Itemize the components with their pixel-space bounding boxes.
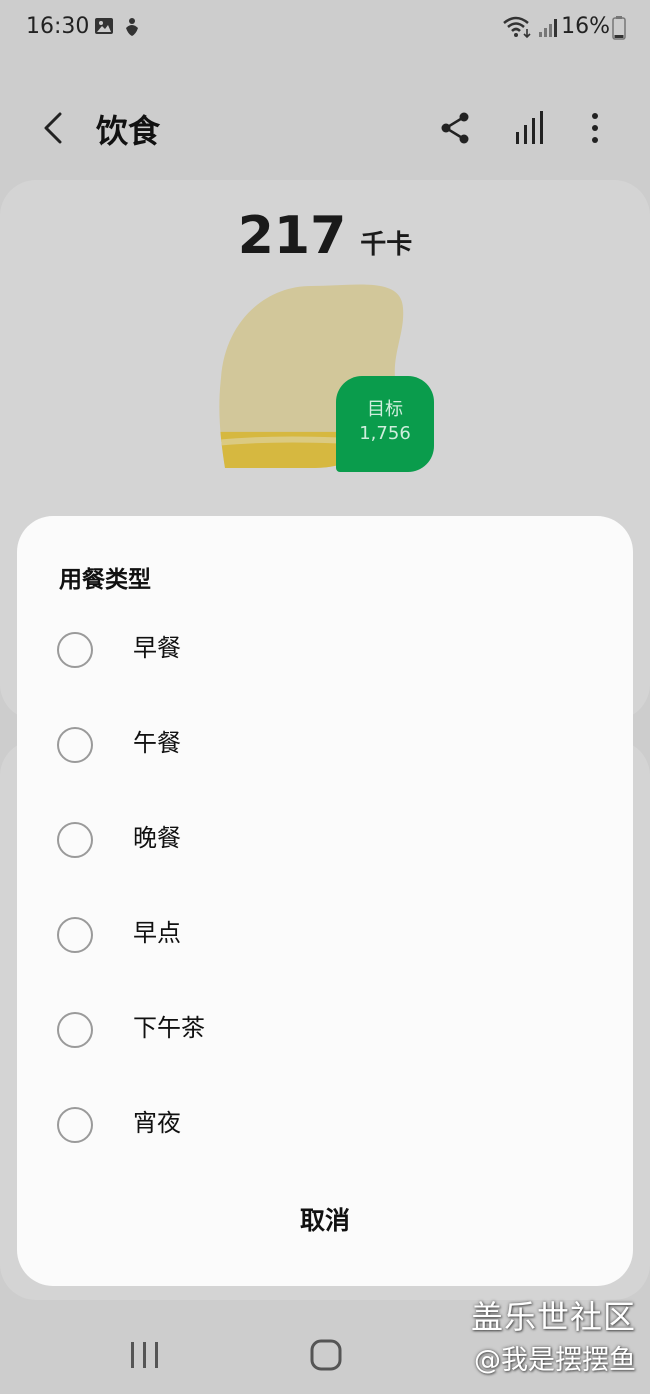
meal-option-afternoon-tea[interactable]: 下午茶	[17, 989, 633, 1069]
share-icon[interactable]	[436, 108, 476, 148]
bar-chart-icon[interactable]	[510, 108, 550, 148]
calorie-unit: 千卡	[360, 230, 413, 260]
option-label: 宵夜	[133, 1109, 181, 1137]
status-time: 16:30	[26, 14, 90, 39]
meal-option-morning-snack[interactable]: 早点	[17, 894, 633, 974]
back-chevron-icon[interactable]	[36, 108, 76, 148]
option-label: 下午茶	[133, 1014, 205, 1042]
option-label: 晚餐	[133, 824, 181, 852]
wifi-icon	[503, 16, 531, 39]
page-title: 饮食	[96, 112, 161, 150]
goal-label: 目标	[367, 399, 403, 420]
more-vertical-icon[interactable]	[575, 108, 615, 148]
option-label: 早点	[133, 919, 181, 947]
goal-value: 1,756	[359, 423, 411, 444]
cancel-button[interactable]: 取消	[17, 1196, 633, 1246]
option-label: 午餐	[133, 729, 181, 757]
dialog-title: 用餐类型	[59, 567, 151, 593]
radio-button[interactable]	[57, 822, 93, 858]
recent-apps-icon[interactable]	[128, 1338, 162, 1372]
calorie-value: 217	[237, 206, 347, 266]
top-app-bar: 饮食	[0, 90, 650, 166]
radio-button[interactable]	[57, 1012, 93, 1048]
goal-badge: 目标 1,756	[336, 376, 434, 472]
watermark-author: @我是摆摆鱼	[474, 1345, 636, 1376]
meal-option-lunch[interactable]: 午餐	[17, 704, 633, 784]
calorie-total: 217 千卡	[0, 206, 650, 266]
radio-button[interactable]	[57, 1107, 93, 1143]
meal-option-breakfast[interactable]: 早餐	[17, 609, 633, 689]
option-label: 早餐	[133, 634, 181, 662]
watermark-community: 盖乐世社区	[470, 1298, 636, 1336]
radio-button[interactable]	[57, 727, 93, 763]
battery-icon	[612, 16, 626, 40]
radio-button[interactable]	[57, 917, 93, 953]
meal-option-late-night-snack[interactable]: 宵夜	[17, 1084, 633, 1164]
meal-option-dinner[interactable]: 晚餐	[17, 799, 633, 879]
radio-button[interactable]	[57, 632, 93, 668]
signal-icon	[539, 19, 557, 37]
home-icon[interactable]	[309, 1338, 343, 1372]
battery-percent: 16%	[561, 14, 610, 39]
app-notification-icon	[126, 18, 138, 36]
status-bar: 16:30 16%	[0, 0, 650, 56]
meal-type-dialog: 用餐类型 早餐 午餐 晚餐 早点 下午茶 宵夜 取消	[17, 516, 633, 1286]
gallery-icon	[95, 18, 113, 34]
